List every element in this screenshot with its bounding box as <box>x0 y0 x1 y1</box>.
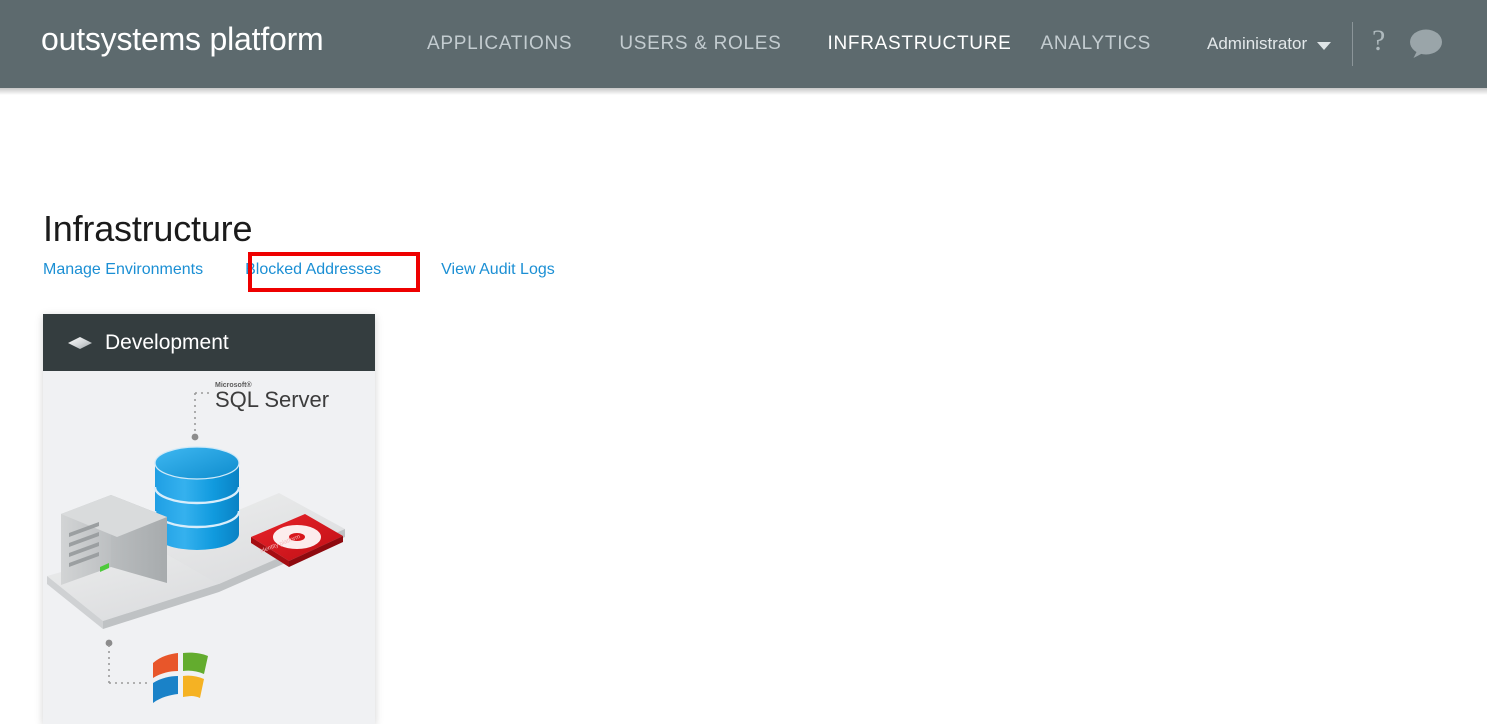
nav-item-users-roles[interactable]: USERS & ROLES <box>619 0 781 88</box>
nav-item-infrastructure[interactable]: INFRASTRUCTURE <box>828 0 1012 88</box>
user-menu-label: Administrator <box>1207 34 1307 54</box>
nav-item-applications[interactable]: APPLICATIONS <box>427 0 572 88</box>
environment-card-development[interactable]: Development <box>43 314 375 724</box>
user-menu[interactable]: Administrator <box>1207 0 1331 88</box>
environment-name: Development <box>105 331 229 355</box>
svg-text:SQL Server: SQL Server <box>215 387 329 412</box>
page-title: Infrastructure <box>43 208 252 250</box>
nav-label: ANALYTICS <box>1041 33 1151 55</box>
speech-bubble-icon[interactable] <box>1406 28 1446 60</box>
header-divider <box>1352 22 1353 66</box>
header-shadow <box>0 88 1487 95</box>
nav-label: USERS & ROLES <box>619 33 781 55</box>
link-view-audit-logs[interactable]: View Audit Logs <box>441 261 555 279</box>
top-navigation-bar: outsystems platform APPLICATIONS USERS &… <box>0 0 1487 88</box>
environment-card-header[interactable]: Development <box>43 314 375 371</box>
page-action-links: Manage Environments Blocked Addresses Vi… <box>43 261 555 279</box>
link-manage-environments[interactable]: Manage Environments <box>43 261 203 279</box>
environment-illustration: Microsoft® SQL Server <box>43 371 375 724</box>
brand-logo[interactable]: outsystems platform <box>41 21 324 58</box>
environment-card-body: Microsoft® SQL Server <box>43 371 375 724</box>
nav-label: INFRASTRUCTURE <box>828 33 1012 55</box>
main-navigation: APPLICATIONS USERS & ROLES INFRASTRUCTUR… <box>420 0 1151 88</box>
environment-diamond-icon <box>67 336 93 350</box>
nav-label: APPLICATIONS <box>427 33 572 55</box>
nav-item-analytics[interactable]: ANALYTICS <box>1041 0 1151 88</box>
chevron-down-icon <box>1317 42 1331 50</box>
link-blocked-addresses[interactable]: Blocked Addresses <box>245 261 381 279</box>
help-icon[interactable]: ? <box>1372 26 1385 56</box>
